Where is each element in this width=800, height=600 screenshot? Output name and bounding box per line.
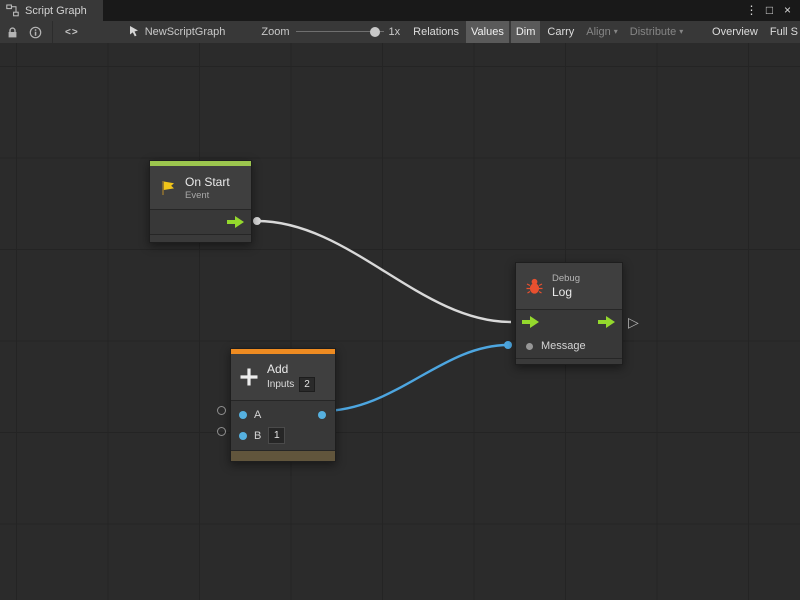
carry-button[interactable]: Carry (542, 21, 579, 43)
distribute-label: Distribute (630, 26, 676, 38)
bug-icon (525, 277, 544, 295)
node-footer (150, 235, 251, 242)
relations-button[interactable]: Relations (408, 21, 464, 43)
window-controls: ⋮ □ × (744, 0, 800, 21)
align-label: Align (586, 26, 610, 38)
wire-blue-end-dot (504, 341, 512, 349)
node-title: Add (267, 362, 315, 376)
input-port-b[interactable] (239, 432, 247, 440)
toolbar-separator (52, 21, 53, 43)
node-title: Log (552, 285, 580, 299)
window-close-icon[interactable]: × (780, 0, 795, 21)
node-subtitle: Event (185, 190, 230, 201)
wire-onstart-to-log[interactable] (257, 221, 511, 322)
titlebar: Script Graph ⋮ □ × (0, 0, 800, 21)
node-footer (516, 359, 622, 364)
graph-icon (6, 4, 19, 17)
trigger-output-arrow-icon[interactable] (227, 216, 244, 228)
flow-continuation-icon[interactable]: ▷ (628, 315, 639, 329)
graph-name-label[interactable]: NewScriptGraph (145, 26, 226, 38)
values-button[interactable]: Values (466, 21, 509, 43)
inputs-label: Inputs (267, 379, 294, 390)
zoom-label: Zoom (261, 26, 289, 38)
node-header[interactable]: Debug Log (516, 263, 622, 309)
node-header[interactable]: Add Inputs 2 (231, 354, 335, 400)
unconnected-port-hint-b[interactable] (217, 427, 226, 436)
tab-title: Script Graph (25, 5, 87, 17)
tab-script-graph[interactable]: Script Graph (0, 0, 103, 21)
window-maximize-icon[interactable]: □ (762, 0, 777, 21)
flow-port-row (150, 210, 251, 234)
node-on-start[interactable]: On Start Event (149, 160, 252, 243)
zoom-value: 1x (389, 26, 401, 38)
dropdown-arrow-icon: ▾ (679, 27, 683, 36)
distribute-button[interactable]: Distribute▾ (625, 21, 688, 43)
port-b-value-field[interactable]: 1 (268, 427, 285, 444)
overview-button[interactable]: Overview (707, 21, 763, 43)
port-a-label: A (254, 409, 261, 421)
window-menu-icon[interactable]: ⋮ (744, 0, 759, 21)
flow-port-row (516, 310, 622, 334)
lock-icon[interactable] (6, 26, 19, 39)
trigger-input-arrow-icon[interactable] (522, 316, 539, 328)
ports-section: A B 1 (231, 401, 335, 450)
flag-icon (159, 179, 177, 197)
wire-layer (0, 43, 800, 600)
trigger-output-arrow-icon[interactable] (598, 316, 615, 328)
wire-add-to-message[interactable] (322, 345, 508, 411)
align-button[interactable]: Align ▾ (581, 21, 622, 43)
node-add[interactable]: Add Inputs 2 A B 1 (230, 348, 336, 462)
input-port-a[interactable] (239, 411, 247, 419)
info-icon[interactable] (29, 26, 42, 39)
node-category: Debug (552, 273, 580, 284)
output-port-sum[interactable] (318, 411, 326, 419)
node-debug-log[interactable]: Debug Log Message (515, 262, 623, 365)
port-row-b: B 1 (231, 425, 335, 446)
graph-toolbar: <> NewScriptGraph Zoom 1x Relations Valu… (0, 21, 800, 44)
graph-canvas[interactable]: On Start Event Debug Log (0, 43, 800, 600)
message-input-port[interactable] (526, 343, 533, 350)
dropdown-arrow-icon: ▾ (614, 27, 618, 36)
code-icon[interactable]: <> (65, 27, 79, 38)
port-b-label: B (254, 430, 261, 442)
inputs-count-field[interactable]: 2 (299, 377, 315, 392)
dim-button[interactable]: Dim (511, 21, 541, 43)
wire-white-start-dot (253, 217, 261, 225)
port-row-a: A (231, 404, 335, 425)
cursor-icon (129, 26, 140, 38)
node-header[interactable]: On Start Event (150, 166, 251, 209)
unconnected-port-hint-a[interactable] (217, 406, 226, 415)
node-title: On Start (185, 175, 230, 189)
zoom-slider[interactable] (296, 21, 384, 43)
fullscreen-button[interactable]: Full S (765, 21, 800, 43)
node-footer (231, 450, 335, 461)
message-port-label: Message (541, 340, 586, 352)
message-port-row: Message (516, 334, 622, 358)
zoom-slider-handle[interactable] (370, 27, 380, 37)
plus-icon (239, 367, 259, 387)
